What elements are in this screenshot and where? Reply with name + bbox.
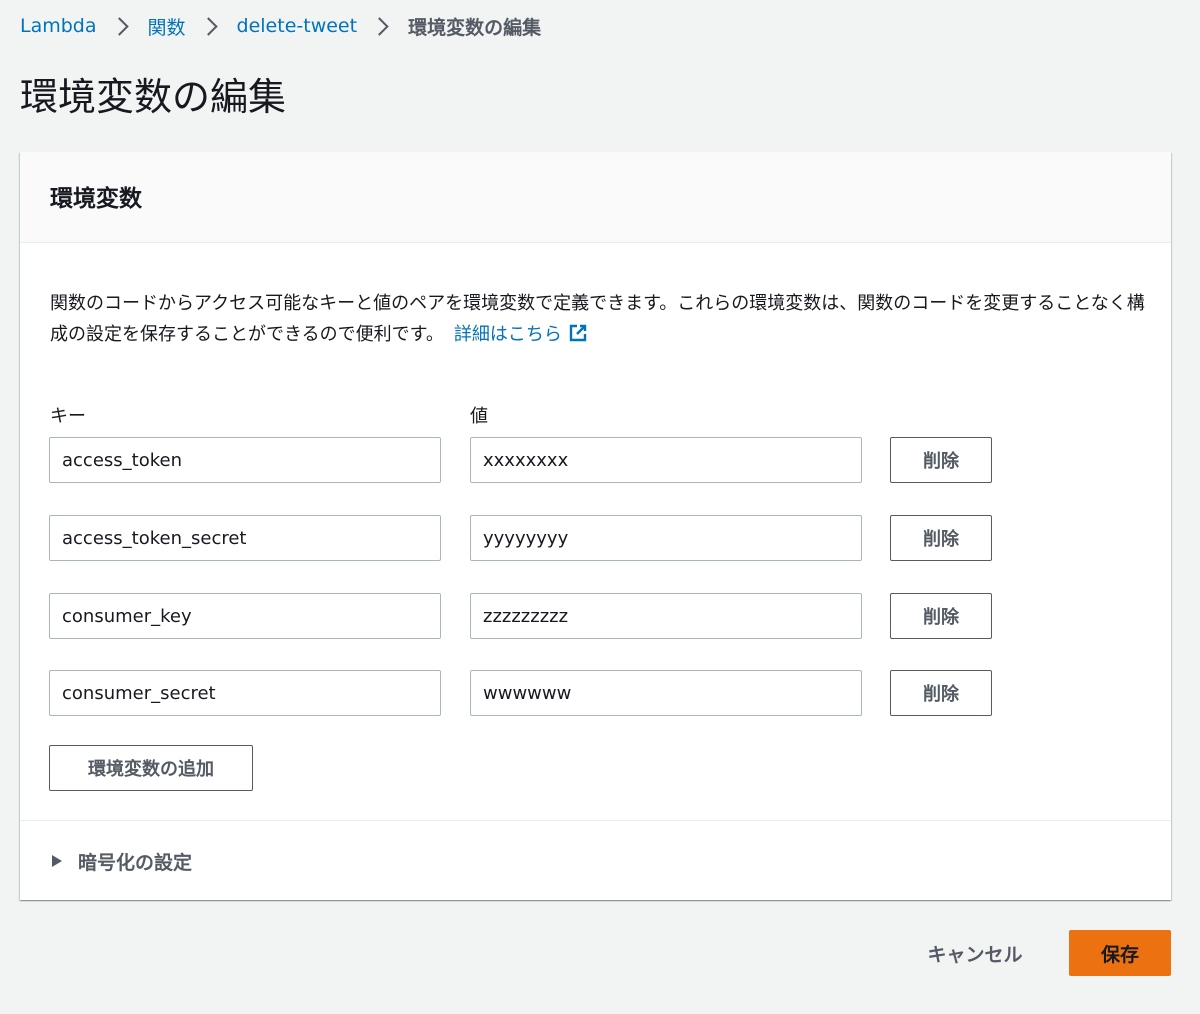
- environment-variables-panel: 環境変数 関数のコードからアクセス可能なキーと値のペアを環境変数で定義できます。…: [20, 152, 1171, 900]
- divider: [20, 820, 1171, 821]
- add-environment-variable-button[interactable]: 環境変数の追加: [49, 745, 253, 791]
- delete-button[interactable]: 削除: [890, 593, 992, 639]
- key-input[interactable]: [49, 515, 441, 561]
- panel-header: 環境変数: [20, 152, 1171, 243]
- breadcrumb: Lambda 関数 delete-tweet 環境変数の編集: [20, 12, 541, 40]
- encryption-settings-expander[interactable]: 暗号化の設定: [50, 846, 192, 876]
- value-input[interactable]: [470, 437, 862, 483]
- breadcrumb-current: 環境変数の編集: [408, 16, 542, 39]
- delete-button[interactable]: 削除: [890, 437, 992, 483]
- value-input[interactable]: [470, 593, 862, 639]
- key-input[interactable]: [49, 437, 441, 483]
- learn-more-link[interactable]: 詳細はこちら: [454, 324, 588, 345]
- value-input[interactable]: [470, 670, 862, 716]
- page-title: 環境変数の編集: [20, 75, 287, 119]
- panel-title: 環境変数: [50, 186, 142, 212]
- cancel-button[interactable]: キャンセル: [908, 930, 1042, 976]
- env-var-row: 削除: [49, 593, 994, 639]
- external-link-icon: [569, 324, 587, 342]
- key-input[interactable]: [49, 593, 441, 639]
- learn-more-label: 詳細はこちら: [453, 324, 562, 345]
- caret-right-icon: [52, 855, 62, 867]
- breadcrumb-lambda[interactable]: Lambda: [20, 15, 97, 37]
- breadcrumb-functions[interactable]: 関数: [148, 13, 186, 40]
- breadcrumb-function-name[interactable]: delete-tweet: [237, 15, 358, 37]
- chevron-right-icon: [198, 16, 218, 36]
- save-button[interactable]: 保存: [1069, 930, 1171, 976]
- key-input[interactable]: [49, 670, 441, 716]
- encryption-settings-label: 暗号化の設定: [78, 851, 193, 874]
- value-column-label: 値: [470, 406, 488, 427]
- env-var-row: 削除: [49, 515, 994, 561]
- delete-button[interactable]: 削除: [890, 670, 992, 716]
- value-input[interactable]: [470, 515, 862, 561]
- panel-description: 関数のコードからアクセス可能なキーと値のペアを環境変数で定義できます。これらの環…: [50, 288, 1145, 350]
- key-column-label: キー: [50, 406, 86, 427]
- delete-button[interactable]: 削除: [890, 515, 992, 561]
- chevron-right-icon: [109, 16, 129, 36]
- env-var-row: 削除: [49, 670, 994, 716]
- chevron-right-icon: [370, 16, 389, 36]
- env-var-row: 削除: [49, 437, 994, 483]
- description-text: 関数のコードからアクセス可能なキーと値のペアを環境変数で定義できます。これらの環…: [50, 293, 1145, 345]
